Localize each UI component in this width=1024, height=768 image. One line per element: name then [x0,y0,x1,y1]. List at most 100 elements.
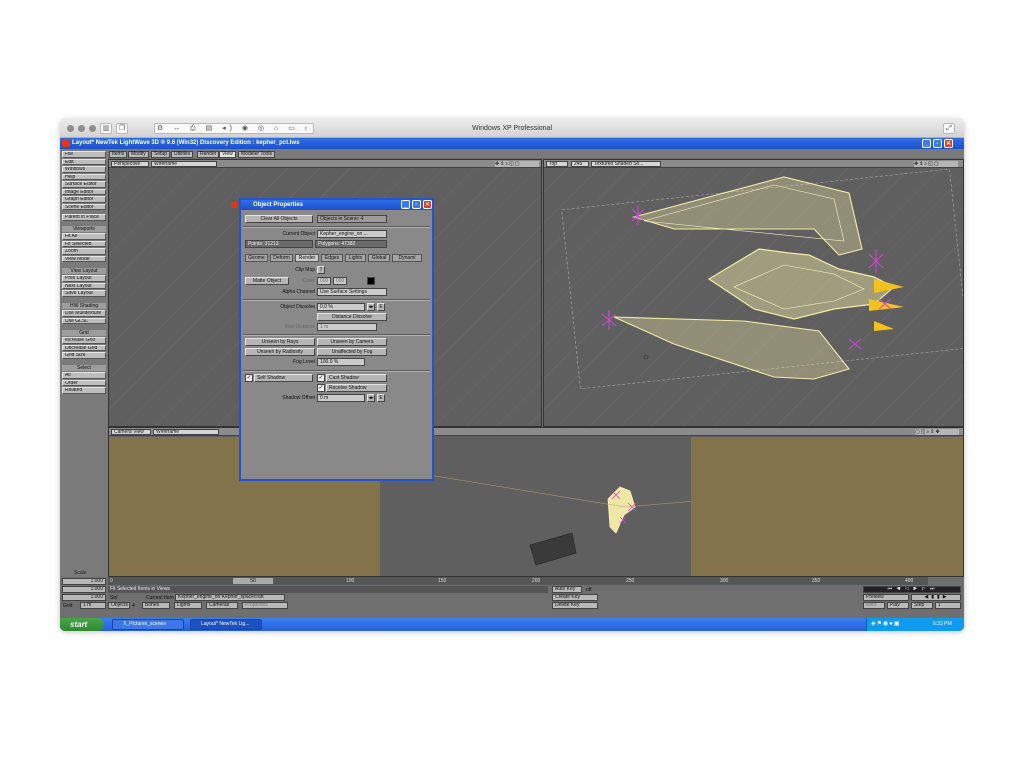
unaffected-by-fog-toggle[interactable]: Unaffected by Fog [317,348,387,356]
preview-dropdown[interactable]: Preview [863,594,909,601]
tab-dynamics[interactable]: Dynami [392,254,422,262]
menu-windows[interactable]: Windows [62,166,106,173]
save-layout-button[interactable]: Save Layout [62,290,106,297]
matte-object-toggle[interactable]: Matte Object [245,277,289,285]
dissolve-envelope-button[interactable]: E [377,303,385,311]
tab-lights[interactable]: Lights [345,254,366,262]
render-mode-dropdown[interactable]: Wireframe [153,429,219,435]
receive-shadow-label[interactable]: Receive Shadow [326,384,387,392]
menu-file[interactable]: File [62,151,106,158]
transport-controls[interactable]: ⏮◀◁▶▷⏭ [863,586,961,593]
object-dissolve-field[interactable]: 0.0 % [317,303,365,311]
prev-layout-button[interactable]: Prev Layout [62,275,106,282]
viewport-controls[interactable]: ▢◱⌕⇕✥ [915,429,959,435]
view-type-dropdown[interactable]: Perspective [111,161,149,167]
lights-button[interactable]: Lights [174,602,202,609]
shadow-offset-envelope-button[interactable]: E [377,394,385,402]
cast-shadow-label[interactable]: Cast Shadow [326,374,387,382]
select-all-dropdown[interactable]: All [62,372,106,379]
tab-global[interactable]: Global [368,254,390,262]
cameras-button[interactable]: Cameras [206,602,238,609]
tab-render[interactable]: Render [197,151,220,158]
render-mode-dropdown[interactable]: Textured Shaded So... [591,161,661,167]
clip-map-texture-button[interactable]: T [317,266,325,274]
graph-editor-button[interactable]: Graph Editor [62,196,106,203]
increase-grid-button[interactable]: Increase Grid [62,337,106,344]
timeline[interactable]: 50 [108,577,928,585]
grid-size-field[interactable]: 1 m [80,602,106,609]
task-explorer[interactable]: X_Pictures_scenes [112,619,184,630]
cast-shadow-checkbox[interactable]: ✓ [317,374,325,382]
unseen-by-rays-toggle[interactable]: Unseen by Rays [245,338,315,346]
auto-key-toggle[interactable]: Auto Key [552,586,582,593]
next-layout-button[interactable]: Next Layout [62,282,106,289]
tab-setup[interactable]: Setup [151,151,171,158]
scale-field[interactable]: 1.000 [62,578,106,585]
self-shadow-checkbox[interactable]: ✓ [245,374,253,382]
fit-all-button[interactable]: Fit All [62,233,106,240]
dialog-close-icon[interactable]: ✕ [423,200,432,209]
viewport-camera[interactable]: Camera View Wireframe ▢◱⌕⇕✥ [108,427,964,577]
rotation-field[interactable]: 1.000 [62,594,106,601]
parent-in-place-button[interactable]: Parent in Place [62,214,106,221]
minimize-icon[interactable]: _ [922,139,931,148]
use-multitexture-toggle[interactable]: Use Multitexture [62,310,106,317]
unseen-by-camera-toggle[interactable]: Unseen by Camera [317,338,387,346]
tab-render[interactable]: Render [295,254,319,262]
create-key-button[interactable]: Create Key [552,594,598,601]
close-icon[interactable]: ✕ [944,139,953,148]
view-mode-dropdown[interactable]: View Mode [62,255,106,262]
tray-icons[interactable]: ◈⚑◉●▣ [871,620,901,627]
tab-items[interactable]: Items [109,151,128,158]
fog-level-field[interactable]: 100.0 % [317,358,365,366]
select-order-dropdown[interactable]: Order [62,379,106,386]
viewport-top[interactable]: Top 245 Textured Shaded So... ✥⇕⌕◱▢ [543,159,964,427]
fullscreen-icon[interactable]: ⤢ [943,123,955,134]
distance-dissolve-toggle[interactable]: Distance Dissolve [317,313,387,321]
use-glsl-toggle[interactable]: Use GLSL [62,317,106,324]
dialog-minimize-icon[interactable]: _ [401,200,410,209]
tab-modeler-tools[interactable]: Modeler Tools [238,151,276,158]
maximize-icon[interactable]: ▫ [933,139,942,148]
render-mode-dropdown[interactable]: Wireframe [151,161,217,167]
view-type-dropdown[interactable]: Top [546,161,568,167]
receive-shadow-checkbox[interactable]: ✓ [317,384,325,392]
alpha-channel-dropdown[interactable]: Use Surface Settings [317,288,387,296]
tab-view[interactable]: View [219,151,236,158]
tab-edges[interactable]: Edges [321,254,343,262]
shadow-offset-slider-button[interactable]: ◂▸ [367,394,375,402]
unseen-by-radiosity-toggle[interactable]: Unseen by Radiosity [245,348,315,356]
current-object-dropdown[interactable]: Kepher_engine_on ... [317,230,387,238]
delete-key-button[interactable]: Delete Key [552,602,598,609]
image-editor-button[interactable]: Image Editor [62,188,106,195]
view-type-dropdown[interactable]: Camera View [111,429,151,435]
rewind-button[interactable]: Rwd [863,602,885,609]
grid-size-button[interactable]: Grid Size [62,352,106,359]
menu-edit[interactable]: Edit [62,158,106,165]
step-field[interactable]: 1 [935,602,961,609]
self-shadow-label[interactable]: Self Shadow [254,374,313,382]
zoom-value[interactable]: 245 [571,161,589,167]
start-button[interactable]: start [60,618,104,631]
bones-button[interactable]: Bones [142,602,170,609]
decrease-grid-button[interactable]: Decrease Grid [62,344,106,351]
zoom-dropdown[interactable]: Zoom [62,248,106,255]
clear-all-objects-button[interactable]: Clear All Objects [245,215,313,223]
viewport-controls[interactable]: ✥⇕⌕◱▢ [914,161,958,167]
select-related-dropdown[interactable]: Related [62,387,106,394]
dissolve-slider-button[interactable]: ◂▸ [367,303,375,311]
objects-button[interactable]: Objects [108,602,130,609]
task-lightwave[interactable]: Layout* NewTek Lig... [190,619,262,630]
play-button[interactable]: Play [887,602,909,609]
scene-editor-button[interactable]: Scene Editor [62,203,106,210]
dialog-maximize-icon[interactable]: ▫ [412,200,421,209]
tab-modify[interactable]: Modify [128,151,149,158]
tab-deform[interactable]: Deform [270,254,293,262]
play-controls[interactable]: ◀▮▮▶ [911,594,961,601]
properties-button[interactable]: Properties [242,602,288,609]
timeline-slider[interactable]: 50 [233,578,273,584]
menu-help[interactable]: Help [62,173,106,180]
current-item-dropdown[interactable]: Kepher_engine_on:Kepher_spacecraft [175,594,285,601]
fit-selected-button[interactable]: Fit Selected [62,240,106,247]
shadow-offset-field[interactable]: 0 m [317,394,365,402]
